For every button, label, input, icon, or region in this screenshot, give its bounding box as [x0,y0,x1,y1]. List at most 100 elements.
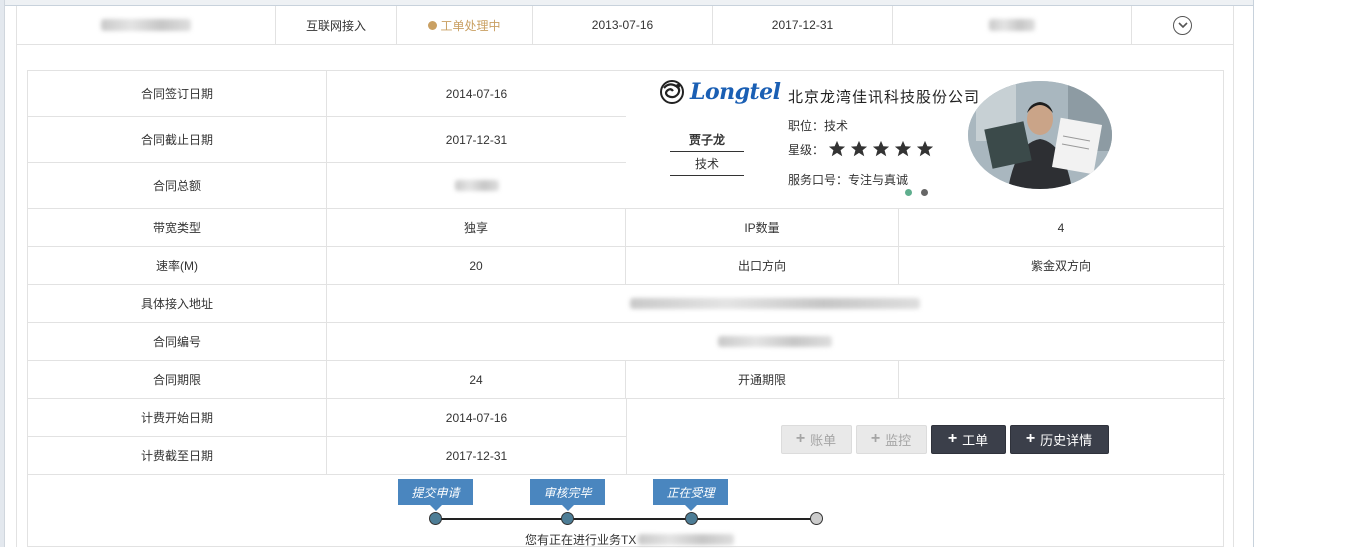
engineer-motto: 服务口号：专注与真诚 [788,173,909,187]
engineer-role: 技术 [670,155,744,176]
amount-label: 合同总额 [28,163,327,208]
plus-icon: + [870,430,881,447]
table-row: 计费开始日期 2014-07-16 [28,399,626,437]
status-text: 工单处理中 [440,18,501,33]
term-label: 合同期限 [28,361,327,398]
address-value [327,285,1223,322]
bandwidth-type-label: 带宽类型 [28,209,327,246]
egress-value: 紫金双方向 [1030,259,1091,273]
timeline-step-label: 审核完毕 [530,479,605,511]
ip-count-value: 4 [1057,220,1065,235]
service-engineer-card: Longtel 北京龙湾佳讯科技股份公司 贾子龙 技术 职位：技术 星级： 服务… [626,71,1223,209]
action-buttons: + 账单 + 监控 + 工单 + 历史详情 [626,401,1223,477]
amount-value [327,163,626,208]
ticket-button[interactable]: + 工单 [930,424,1006,454]
carousel-dot-active[interactable] [905,189,912,196]
sign-date-label: 合同签订日期 [28,71,327,116]
timeline-node-done [561,512,574,525]
timeline-node-current [685,512,698,525]
history-button-label: 历史详情 [1040,432,1093,448]
egress-label: 出口方向 [626,247,899,284]
logo-text: Longtel [690,79,781,105]
summary-access-type: 互联网接入 [276,6,397,44]
rate-value: 20 [327,247,626,284]
star-icon [916,140,934,157]
timeline-step-label: 提交申请 [398,479,473,511]
table-row: 计费截至日期 2017-12-31 [28,437,626,475]
table-row: 合同截止日期 2017-12-31 [28,117,626,163]
carousel-dots [905,189,928,196]
table-row: 具体接入地址 [28,285,1225,323]
activation-term-label: 开通期限 [626,361,899,398]
left-scroll-edge [0,0,5,547]
sign-date-value: 2014-07-16 [445,86,508,101]
chevron-down-icon[interactable] [1173,15,1192,35]
blurred-value [101,19,191,31]
table-row: 合同期限 24 开通期限 [28,361,1225,399]
summary-start-date: 2013-07-16 [533,6,713,44]
timeline-message: 您有正在进行业务TX [525,531,735,548]
app-frame: 互联网接入 工单处理中 2013-07-16 2017-12-31 合同签订日期… [0,0,1254,547]
timeline-node-pending [810,512,823,525]
right-edge [1253,0,1254,547]
contract-detail-table: 合同签订日期 2014-07-16 合同截止日期 2017-12-31 合同总额… [27,70,1225,547]
company-name: 北京龙湾佳讯科技股份公司 [788,89,981,106]
engineer-stars: 星级： [788,140,934,158]
table-row: 速率(M) 20 出口方向 紫金双方向 [28,247,1225,285]
blurred-value [630,298,920,309]
summary-expand-cell [1132,6,1233,44]
expiry-date-label: 合同截止日期 [28,117,327,162]
ticket-button-label: 工单 [962,432,989,448]
contract-summary-row[interactable]: 互联网接入 工单处理中 2013-07-16 2017-12-31 [16,6,1234,45]
star-rating [828,140,934,158]
bandwidth-type-value: 独享 [327,209,626,246]
table-row: 合同总额 [28,163,626,209]
summary-col-blurred [893,6,1132,44]
blurred-value [454,180,499,191]
blurred-value [638,534,735,545]
table-row: 合同编号 [28,323,1225,361]
plus-icon: + [795,430,806,447]
progress-timeline: 提交申请 审核完毕 正在受理 您有正在进行业务TX [28,477,1225,547]
contract-no-value [327,323,1223,360]
billing-start-value: 2014-07-16 [445,410,508,425]
table-row: 带宽类型 独享 IP数量 4 [28,209,1225,247]
blurred-value [989,19,1035,31]
history-button[interactable]: + 历史详情 [1009,424,1109,454]
contract-no-label: 合同编号 [28,323,327,360]
address-label: 具体接入地址 [28,285,327,322]
engineer-name: 贾子龙 [670,131,744,152]
timeline-node-done [429,512,442,525]
ip-count-label: IP数量 [626,209,899,246]
monitor-button[interactable]: + 监控 [855,424,927,454]
activation-term-value [899,361,1223,398]
engineer-position: 职位：技术 [788,119,849,133]
longtel-dragon-icon [660,80,684,104]
summary-col-id [17,6,276,44]
star-icon [828,140,846,157]
plus-icon: + [1025,430,1036,447]
timeline-step-label: 正在受理 [653,479,728,511]
bill-button-label: 账单 [810,432,837,448]
timeline-message-text: 您有正在进行业务TX [525,533,637,547]
monitor-button-label: 监控 [885,432,912,448]
table-row: 合同签订日期 2014-07-16 [28,71,626,117]
engineer-photo [968,81,1112,189]
status-dot-icon [428,20,438,30]
summary-end-date: 2017-12-31 [713,6,893,44]
carousel-dot[interactable] [921,189,928,196]
billing-end-label: 计费截至日期 [28,437,327,474]
star-icon [894,140,912,157]
billing-end-value: 2017-12-31 [445,448,508,463]
rate-label: 速率(M) [28,247,327,284]
timeline-line [432,518,816,520]
star-icon [850,140,868,157]
star-label: 星级： [788,142,825,157]
company-logo: Longtel [659,79,781,105]
summary-status: 工单处理中 [397,6,533,44]
bill-button[interactable]: + 账单 [780,424,852,454]
blurred-value [718,336,832,347]
plus-icon: + [947,430,958,447]
billing-start-label: 计费开始日期 [28,399,327,436]
expiry-date-value: 2017-12-31 [445,132,508,147]
